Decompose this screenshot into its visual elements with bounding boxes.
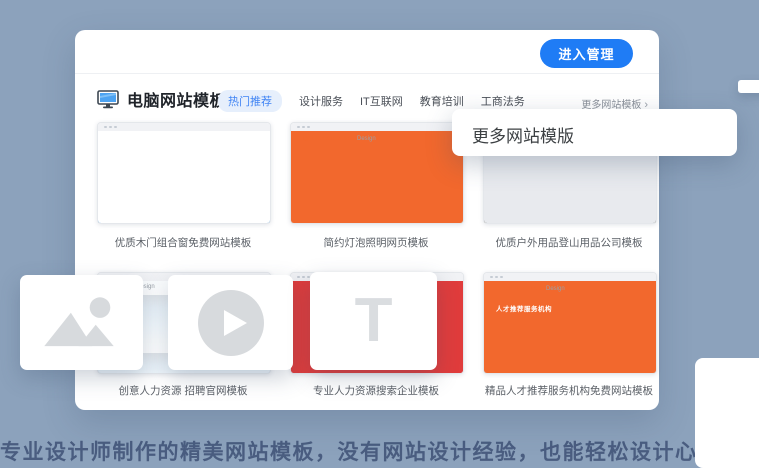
- template-caption: 优质木门组合窗免费网站模板: [87, 235, 279, 250]
- mockup-title-accent: Human Resource: [492, 286, 541, 292]
- template-caption: 创意人力资源 招聘官网模板: [87, 383, 279, 398]
- popup-title: 更多网站模版: [472, 122, 737, 147]
- template-card-light[interactable]: Light Accessories Design: [290, 122, 464, 224]
- tab-hot-recommend[interactable]: 热门推荐: [218, 90, 282, 112]
- overlay-card-text: T: [310, 272, 437, 370]
- mockup-title-rest: Design: [357, 136, 376, 142]
- template-preview-art: [291, 131, 463, 223]
- browser-chrome: [98, 123, 270, 131]
- mockup-title-accent: Light Accessories: [299, 136, 350, 142]
- tab-it-internet[interactable]: IT互联网: [360, 93, 403, 109]
- image-placeholder-icon: [38, 293, 126, 353]
- tagline: 专业设计师制作的精美网站模板，没有网站设计经验，也能轻松设计心仪网站: [0, 436, 759, 466]
- template-caption: 优质户外用品登山用品公司模板: [473, 235, 665, 250]
- overlay-card-video: [168, 275, 293, 370]
- more-templates-popup[interactable]: 更多网站模版: [452, 109, 737, 156]
- overlay-card-image: [20, 275, 143, 370]
- template-caption: 精品人才推荐服务机构免费网站模板: [473, 383, 665, 398]
- section-title: 电脑网站模板: [127, 87, 226, 111]
- browser-chrome: [291, 123, 463, 131]
- tab-education[interactable]: 教育培训: [420, 93, 464, 109]
- play-icon: [197, 289, 265, 357]
- template-preview-art: [98, 131, 270, 223]
- mockup-hero-text: 人才推荐服务机构: [496, 306, 552, 313]
- tab-design-service[interactable]: 设计服务: [299, 93, 343, 109]
- monitor-icon: [97, 90, 119, 109]
- corner-rect-top-right: [738, 80, 759, 93]
- mockup-hero-banner: 人才推荐服务机构: [492, 301, 556, 315]
- tab-business-legal[interactable]: 工商法务: [481, 93, 525, 109]
- mockup-title: Doors & Frames Design: [106, 136, 174, 142]
- browser-chrome: [484, 273, 656, 281]
- template-caption: 专业人力资源搜索企业模板: [280, 383, 472, 398]
- manage-button[interactable]: 进入管理: [540, 39, 633, 68]
- mockup-title-rest: Design: [546, 286, 565, 292]
- template-preview-art: [484, 281, 656, 373]
- text-icon: T: [355, 290, 393, 352]
- section-header: 电脑网站模板: [97, 88, 226, 110]
- corner-rect-bottom-right: [695, 358, 759, 468]
- template-caption: 简约灯泡照明网页模板: [280, 235, 472, 250]
- header-divider: [75, 73, 659, 74]
- template-card-doors[interactable]: Doors & Frames Design: [97, 122, 271, 224]
- template-card-hr-service[interactable]: Human Resource Design 人才推荐服务机构: [483, 272, 657, 374]
